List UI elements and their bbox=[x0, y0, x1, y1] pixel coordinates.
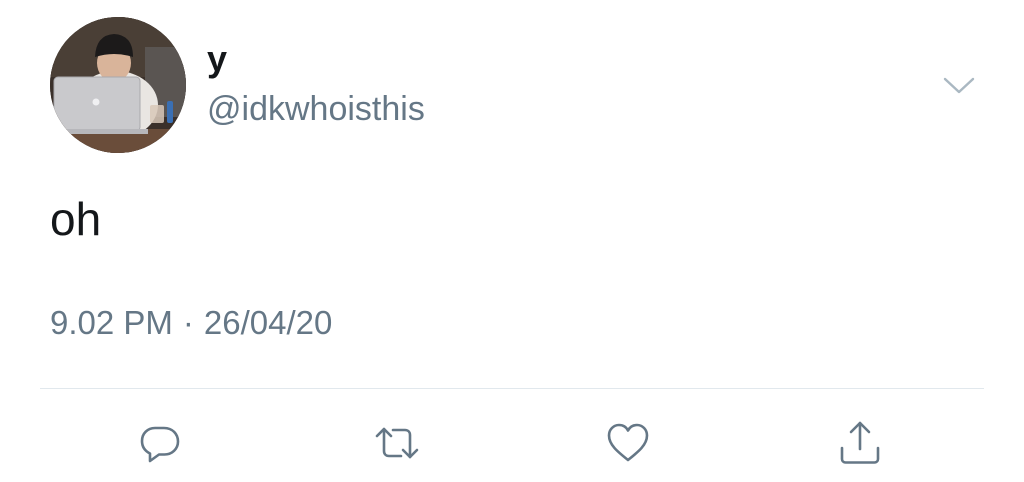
divider bbox=[40, 388, 984, 389]
display-name[interactable]: y bbox=[207, 39, 227, 79]
retweet-icon bbox=[375, 427, 419, 459]
retweet-button[interactable] bbox=[372, 418, 422, 468]
reply-button[interactable] bbox=[135, 418, 185, 468]
chevron-down-icon[interactable] bbox=[942, 74, 976, 96]
share-button[interactable] bbox=[835, 418, 885, 468]
reply-icon bbox=[140, 426, 180, 463]
share-icon bbox=[840, 421, 880, 464]
avatar-photo bbox=[50, 17, 186, 153]
like-button[interactable] bbox=[603, 418, 653, 468]
tweet-text: oh bbox=[50, 193, 102, 245]
timestamp-separator: · bbox=[182, 304, 194, 341]
heart-icon bbox=[607, 423, 649, 462]
tweet-date: 26/04/20 bbox=[203, 304, 333, 341]
avatar[interactable] bbox=[50, 17, 186, 153]
tweet-time: 9.02 PM bbox=[50, 304, 173, 341]
timestamp[interactable]: 9.02 PM · 26/04/20 bbox=[50, 303, 332, 343]
user-handle[interactable]: @idkwhoisthis bbox=[207, 89, 425, 129]
